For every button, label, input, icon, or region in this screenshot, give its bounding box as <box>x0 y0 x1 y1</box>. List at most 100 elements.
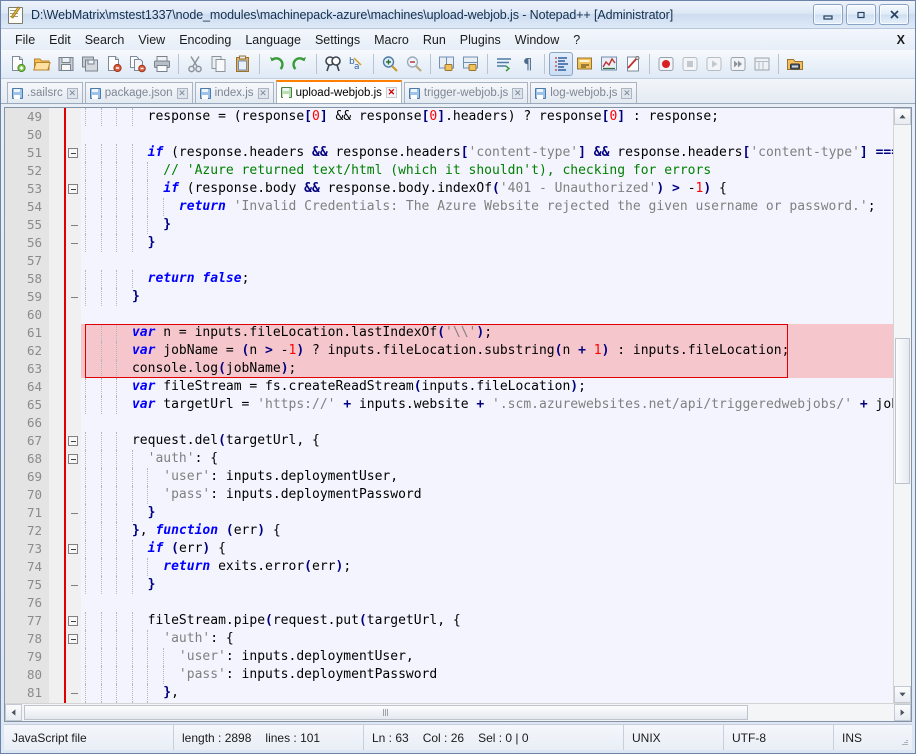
bookmark-margin[interactable] <box>49 198 63 216</box>
menu-macro[interactable]: Macro <box>367 31 416 49</box>
menu-help[interactable]: ? <box>566 31 587 49</box>
code-line[interactable]: 50 <box>5 126 893 144</box>
fold-collapse-icon[interactable] <box>68 436 78 446</box>
bookmark-margin[interactable] <box>49 252 63 270</box>
bookmark-margin[interactable] <box>49 378 63 396</box>
menu-search[interactable]: Search <box>78 31 132 49</box>
fold-margin[interactable] <box>67 216 81 234</box>
tab-close-icon[interactable]: ✕ <box>512 87 524 99</box>
fold-margin[interactable] <box>67 666 81 684</box>
fold-margin[interactable] <box>67 432 81 450</box>
code-line[interactable]: 54 return 'Invalid Credentials: The Azur… <box>5 198 893 216</box>
zoom-in-icon[interactable] <box>378 52 402 76</box>
code-line[interactable]: 62 var jobName = (n > -1) ? inputs.fileL… <box>5 342 893 360</box>
minimize-button[interactable] <box>813 4 843 25</box>
code-line[interactable]: 75 } <box>5 576 893 594</box>
fold-margin[interactable] <box>67 144 81 162</box>
fold-margin[interactable] <box>67 486 81 504</box>
code-line[interactable]: 69 'user': inputs.deploymentUser, <box>5 468 893 486</box>
menu-encoding[interactable]: Encoding <box>172 31 238 49</box>
sync-horizontal-icon[interactable] <box>459 52 483 76</box>
bookmark-margin[interactable] <box>49 594 63 612</box>
close-button[interactable] <box>879 4 909 25</box>
code-line[interactable]: 55 } <box>5 216 893 234</box>
tab-trigger-webjob-js[interactable]: trigger-webjob.js ✕ <box>403 82 529 103</box>
fold-margin[interactable] <box>67 450 81 468</box>
bookmark-margin[interactable] <box>49 360 63 378</box>
code-line[interactable]: 66 <box>5 414 893 432</box>
tab-package-json[interactable]: package.json ✕ <box>84 82 193 103</box>
scroll-down-icon[interactable] <box>894 686 911 703</box>
bookmark-margin[interactable] <box>49 414 63 432</box>
paste-icon[interactable] <box>231 52 255 76</box>
tab-upload-webjob-js[interactable]: upload-webjob.js ✕ <box>275 80 402 103</box>
code-line[interactable]: 63 console.log(jobName); <box>5 360 893 378</box>
code-line[interactable]: 76 <box>5 594 893 612</box>
menu-plugins[interactable]: Plugins <box>453 31 508 49</box>
code-line[interactable]: 67 request.del(targetUrl, { <box>5 432 893 450</box>
fold-margin[interactable] <box>67 234 81 252</box>
code-line[interactable]: 68 'auth': { <box>5 450 893 468</box>
tab-log-webjob-js[interactable]: log-webjob.js ✕ <box>530 82 638 103</box>
fold-margin[interactable] <box>67 288 81 306</box>
fold-margin[interactable] <box>67 324 81 342</box>
fold-margin[interactable] <box>67 504 81 522</box>
bookmark-margin[interactable] <box>49 108 63 126</box>
code-line[interactable]: 64 var fileStream = fs.createReadStream(… <box>5 378 893 396</box>
fold-margin[interactable] <box>67 630 81 648</box>
tab-close-icon[interactable]: ✕ <box>257 87 269 99</box>
fold-margin[interactable] <box>67 180 81 198</box>
indent-guide-icon[interactable] <box>549 52 573 76</box>
redo-icon[interactable] <box>288 52 312 76</box>
sync-vertical-icon[interactable] <box>435 52 459 76</box>
horizontal-scroll-track[interactable] <box>22 704 894 721</box>
code-line[interactable]: 51 if (response.headers && response.head… <box>5 144 893 162</box>
code-line[interactable]: 53 if (response.body && response.body.in… <box>5 180 893 198</box>
code-line[interactable]: 59 } <box>5 288 893 306</box>
fold-margin[interactable] <box>67 126 81 144</box>
tab-close-icon[interactable]: ✕ <box>621 87 633 99</box>
print-icon[interactable] <box>150 52 174 76</box>
code-line[interactable]: 78 'auth': { <box>5 630 893 648</box>
fold-margin[interactable] <box>67 360 81 378</box>
fold-margin[interactable] <box>67 468 81 486</box>
code-line[interactable]: 72 }, function (err) { <box>5 522 893 540</box>
code-line[interactable]: 57 <box>5 252 893 270</box>
fold-margin[interactable] <box>67 198 81 216</box>
code-line[interactable]: 71 } <box>5 504 893 522</box>
bookmark-margin[interactable] <box>49 126 63 144</box>
vertical-scroll-track[interactable] <box>894 125 911 686</box>
tab-index-js[interactable]: index.js ✕ <box>194 82 274 103</box>
word-wrap-icon[interactable] <box>492 52 516 76</box>
user-defined-dialog-icon[interactable] <box>573 52 597 76</box>
fold-collapse-icon[interactable] <box>68 634 78 644</box>
fold-margin[interactable] <box>67 612 81 630</box>
save-icon[interactable] <box>54 52 78 76</box>
bookmark-margin[interactable] <box>49 684 63 702</box>
open-file-icon[interactable] <box>30 52 54 76</box>
resize-grip-icon[interactable] <box>884 725 912 750</box>
menu-language[interactable]: Language <box>238 31 308 49</box>
fold-margin[interactable] <box>67 342 81 360</box>
copy-icon[interactable] <box>207 52 231 76</box>
close-file-icon[interactable] <box>102 52 126 76</box>
document-map-icon[interactable] <box>597 52 621 76</box>
code-line[interactable]: 49 response = (response[0] && response[0… <box>5 108 893 126</box>
save-macro-icon[interactable] <box>750 52 774 76</box>
fold-collapse-icon[interactable] <box>68 148 78 158</box>
scroll-right-icon[interactable] <box>894 704 911 721</box>
bookmark-margin[interactable] <box>49 270 63 288</box>
code-line[interactable]: 56 } <box>5 234 893 252</box>
close-all-icon[interactable] <box>126 52 150 76</box>
bookmark-margin[interactable] <box>49 666 63 684</box>
fold-margin[interactable] <box>67 162 81 180</box>
menu-file[interactable]: File <box>8 31 42 49</box>
menu-edit[interactable]: Edit <box>42 31 78 49</box>
vertical-scrollbar[interactable] <box>893 108 911 703</box>
code-line[interactable]: 74 return exits.error(err); <box>5 558 893 576</box>
horizontal-scrollbar[interactable] <box>5 703 911 721</box>
new-file-icon[interactable] <box>6 52 30 76</box>
bookmark-margin[interactable] <box>49 612 63 630</box>
close-document-button[interactable]: X <box>897 33 905 47</box>
code-line[interactable]: 73 if (err) { <box>5 540 893 558</box>
